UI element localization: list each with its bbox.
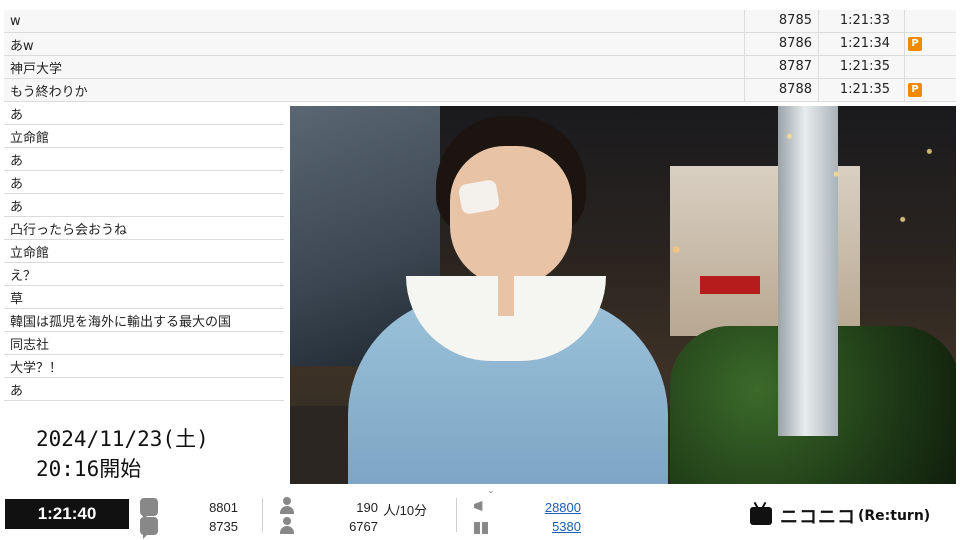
comment-row[interactable]: あ xyxy=(4,171,284,194)
comment-row[interactable]: 凸行ったら会おうね xyxy=(4,217,284,240)
comment-row[interactable]: 立命館 xyxy=(4,125,284,148)
stream-date-caption: 2024/11/23(土) 20:16開始 xyxy=(36,424,209,484)
comment-text: あ xyxy=(10,383,24,399)
comment-stack-icon xyxy=(140,517,158,539)
comment-row[interactable]: もう終わりか 8788 1:21:35 P xyxy=(4,79,956,102)
comment-row[interactable]: え？ xyxy=(4,263,284,286)
tv-logo-icon xyxy=(750,507,772,525)
comment-text: 立命館 xyxy=(10,245,50,261)
viewer-total-count: 6767 xyxy=(349,519,378,534)
elapsed-time: 1:21:40 xyxy=(5,499,129,529)
comment-text: え？ xyxy=(10,268,37,284)
comment-text: 大学？！ xyxy=(10,360,63,376)
stream-start-time: 20:16開始 xyxy=(36,457,142,481)
logo-subtitle: (Re:turn) xyxy=(858,508,931,524)
comment-row[interactable]: 大学？！ xyxy=(4,355,284,378)
viewer-icon xyxy=(278,517,296,535)
comment-flag-cell: P xyxy=(904,33,956,55)
comment-row[interactable]: あ xyxy=(4,194,284,217)
chevron-down-icon[interactable]: ⌄ xyxy=(487,486,495,496)
gift-points-link[interactable]: 5380 xyxy=(511,519,581,534)
comment-row[interactable]: 神戸大学 8787 1:21:35 xyxy=(4,56,956,79)
comment-time: 1:21:35 xyxy=(818,56,904,78)
comment-text: あ xyxy=(10,199,24,215)
stream-date: 2024/11/23(土) xyxy=(36,427,209,451)
comment-time: 1:21:34 xyxy=(818,33,904,55)
comment-flag-cell xyxy=(904,10,956,32)
streamer-face xyxy=(450,146,572,286)
comment-text: 立命館 xyxy=(10,130,50,146)
premium-badge-icon: P xyxy=(908,37,922,51)
comment-number: 8788 xyxy=(744,79,818,101)
comment-count: 8801 xyxy=(209,500,238,515)
comment-row[interactable]: 韓国は孤児を海外に輸出する最大の国 xyxy=(4,309,284,332)
niconico-logo: ニコニコ (Re:turn) xyxy=(750,504,930,528)
logo-brand: ニコニコ xyxy=(780,507,856,528)
comment-text: 凸行ったら会おうね xyxy=(10,222,128,238)
ad-points-link[interactable]: 28800 xyxy=(511,500,581,515)
comment-text: あ xyxy=(10,153,24,169)
premium-badge-icon: P xyxy=(908,83,922,97)
comment-row[interactable]: w 8785 1:21:33 xyxy=(4,10,956,33)
comment-count-secondary: 8735 xyxy=(209,519,238,534)
streamer xyxy=(348,116,668,484)
comment-row[interactable]: あ xyxy=(4,378,284,401)
comment-text: あ xyxy=(10,107,24,123)
viewer-recent-icon xyxy=(278,497,296,515)
comment-text: あ xyxy=(10,176,24,192)
status-bar: 1:21:40 8801 8735 190 人/10分 6767 ⌄ 28800… xyxy=(0,486,960,540)
gift-icon xyxy=(472,517,490,535)
comment-number: 8785 xyxy=(744,10,818,32)
comment-flag-cell: P xyxy=(904,79,956,101)
viewer-recent-unit: 人/10分 xyxy=(383,503,428,518)
divider xyxy=(456,498,457,532)
comment-row[interactable]: 同志社 xyxy=(4,332,284,355)
comment-text: 韓国は孤児を海外に輸出する最大の国 xyxy=(10,314,232,330)
comment-row[interactable]: 立命館 xyxy=(4,240,284,263)
comment-time: 1:21:35 xyxy=(818,79,904,101)
comment-number: 8786 xyxy=(744,33,818,55)
comment-row[interactable]: あ xyxy=(4,102,284,125)
viewer-recent-count: 190 xyxy=(356,500,378,515)
ad-megaphone-icon xyxy=(472,497,490,515)
comment-text: 同志社 xyxy=(10,337,50,353)
comment-row[interactable]: あw 8786 1:21:34 P xyxy=(4,33,956,56)
comment-number: 8787 xyxy=(744,56,818,78)
video-player[interactable] xyxy=(290,106,956,484)
divider xyxy=(262,498,263,532)
comment-row[interactable]: あ xyxy=(4,148,284,171)
comment-icon xyxy=(140,498,158,520)
comment-time: 1:21:33 xyxy=(818,10,904,32)
comment-text: 草 xyxy=(10,291,24,307)
comment-row[interactable]: 草 xyxy=(4,286,284,309)
comment-flag-cell xyxy=(904,56,956,78)
